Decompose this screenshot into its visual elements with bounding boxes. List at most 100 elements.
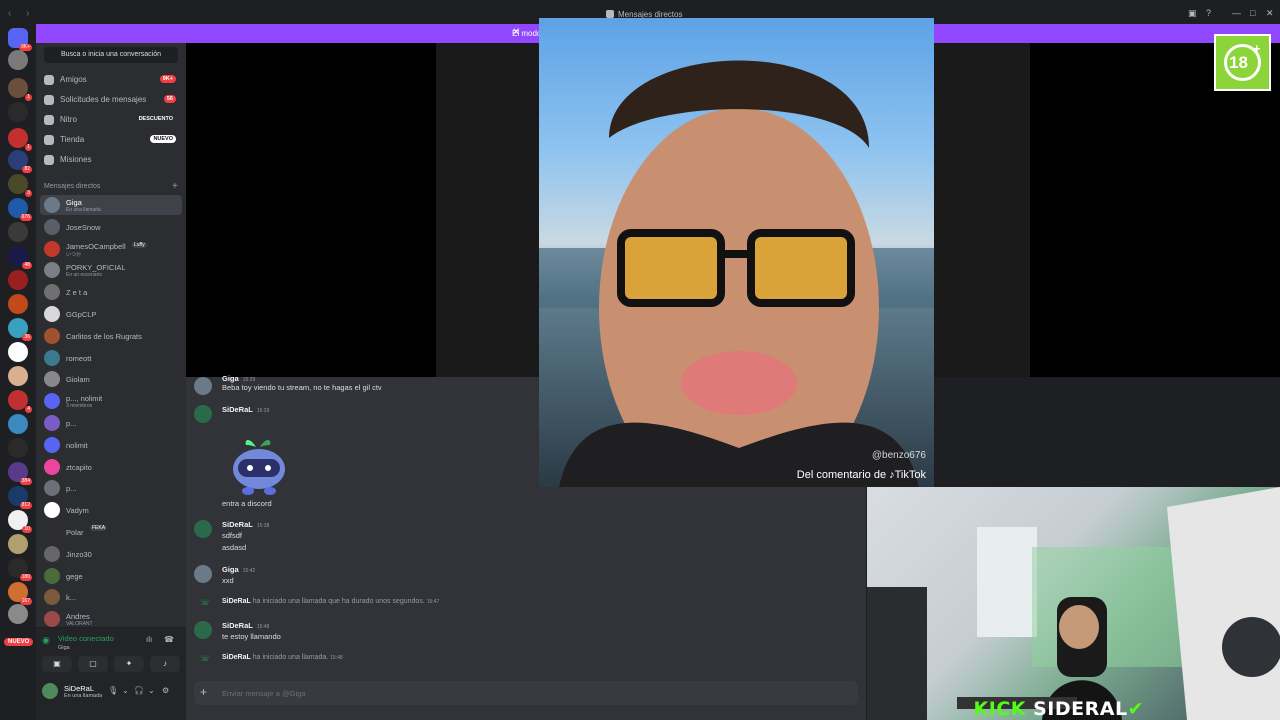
- nav-nitro[interactable]: Nitro DESCUENTO: [40, 111, 182, 129]
- dm-item[interactable]: Polar FEKA: [40, 522, 182, 542]
- chevron-down-icon[interactable]: ⌄: [148, 686, 155, 695]
- nav-arrows[interactable]: ‹ ›: [8, 8, 35, 19]
- dm-name: Polar: [66, 528, 84, 537]
- quest-icon: [44, 155, 54, 165]
- dm-sidebar: Busca o inicia una conversación Amigos 9…: [36, 43, 186, 720]
- noise-icon[interactable]: ılı: [146, 635, 152, 644]
- dm-item[interactable]: JoseSnow: [40, 217, 182, 237]
- dm-item[interactable]: nolimit: [40, 435, 182, 455]
- server-icon[interactable]: [8, 102, 28, 122]
- server-icon[interactable]: [8, 270, 28, 290]
- message-input[interactable]: + Enviar mensaje a @Giga: [194, 681, 858, 705]
- avatar[interactable]: [194, 621, 212, 639]
- dm-item[interactable]: GGpCLP: [40, 304, 182, 324]
- server-icon[interactable]: 1: [8, 128, 32, 151]
- dm-name: GGpCLP: [66, 310, 97, 319]
- find-conversation-button[interactable]: Busca o inicia una conversación: [44, 47, 178, 63]
- dm-item[interactable]: romeott: [40, 348, 182, 368]
- minimize-button[interactable]: —: [1232, 8, 1241, 18]
- server-icon[interactable]: 48: [8, 246, 32, 269]
- dm-item[interactable]: Vadym: [40, 500, 182, 520]
- server-icon[interactable]: [8, 534, 28, 554]
- disconnect-icon[interactable]: ☎: [164, 635, 174, 644]
- server-icon[interactable]: [8, 438, 28, 458]
- author-name[interactable]: SiDeRaL: [222, 598, 251, 605]
- dm-name: Giolam: [66, 375, 90, 385]
- gear-icon[interactable]: ⚙: [162, 686, 169, 695]
- soundboard-button[interactable]: ♪: [150, 656, 180, 672]
- dm-item[interactable]: ztcapito: [40, 457, 182, 477]
- author-name[interactable]: SiDeRaL: [222, 405, 253, 414]
- screen-share-button[interactable]: ▢: [78, 656, 108, 672]
- avatar[interactable]: [194, 405, 212, 423]
- server-icon[interactable]: 4: [8, 390, 32, 413]
- nitro-icon: [44, 115, 54, 125]
- dm-item[interactable]: PORKY_OFICIAL En un escenario: [40, 260, 182, 280]
- dm-item[interactable]: JamesOCampbell いつか Luffy: [40, 239, 182, 259]
- nav-message-requests[interactable]: Solicitudes de mensajes 56: [40, 91, 182, 109]
- dm-item[interactable]: gege: [40, 566, 182, 586]
- server-icon[interactable]: 676: [8, 198, 32, 221]
- server-icon[interactable]: [8, 342, 28, 362]
- create-dm-button[interactable]: +: [172, 181, 178, 192]
- headphones-icon[interactable]: 🎧: [134, 686, 144, 695]
- dm-item[interactable]: Z e t a: [40, 282, 182, 302]
- server-icon[interactable]: [8, 414, 28, 434]
- friends-icon: [44, 75, 54, 85]
- activities-button[interactable]: ✦: [114, 656, 144, 672]
- dm-item[interactable]: p...: [40, 478, 182, 498]
- server-icon[interactable]: 167: [8, 582, 32, 605]
- server-icon[interactable]: 82: [8, 150, 32, 173]
- avatar[interactable]: [42, 683, 58, 699]
- maximize-button[interactable]: □: [1250, 8, 1255, 18]
- nav-friends[interactable]: Amigos 9K+: [40, 71, 182, 89]
- nav-label: Solicitudes de mensajes: [60, 95, 147, 104]
- avatar: [44, 262, 60, 279]
- server-icon[interactable]: 36: [8, 318, 32, 341]
- home-button[interactable]: 9K+: [8, 28, 32, 51]
- server-icon[interactable]: [8, 50, 28, 70]
- server-icon[interactable]: [8, 366, 28, 386]
- server-icon[interactable]: 180: [8, 558, 32, 581]
- author-name[interactable]: SiDeRaL: [222, 654, 251, 661]
- author-name[interactable]: SiDeRaL: [222, 621, 253, 630]
- dm-item[interactable]: k...: [40, 587, 182, 607]
- avatar: [44, 502, 60, 519]
- chevron-down-icon[interactable]: ⌄: [122, 686, 129, 695]
- message-author: SiDeRaL 15:48: [222, 621, 269, 630]
- close-window-button[interactable]: ✕: [1266, 8, 1274, 19]
- avatar[interactable]: [194, 520, 212, 538]
- avatar: [44, 589, 60, 606]
- voice-channel[interactable]: Giga: [58, 645, 70, 651]
- server-icon[interactable]: [8, 222, 28, 242]
- attach-button[interactable]: +: [200, 685, 207, 699]
- microphone-icon[interactable]: 🎙: [108, 686, 118, 695]
- dm-item[interactable]: Giga En una llamada: [40, 195, 182, 215]
- avatar[interactable]: [194, 565, 212, 583]
- server-icon[interactable]: 812: [8, 486, 32, 509]
- nav-shop[interactable]: Tienda NUEVO: [40, 131, 182, 149]
- phone-icon: ☏: [200, 654, 211, 663]
- server-icon[interactable]: 3: [8, 174, 32, 197]
- author-name[interactable]: Giga: [222, 374, 239, 383]
- server-icon[interactable]: [8, 294, 28, 314]
- server-icon[interactable]: 10: [8, 510, 32, 533]
- camera-off-button[interactable]: ▣: [42, 656, 72, 672]
- avatar[interactable]: [194, 377, 212, 395]
- server-icon[interactable]: 1: [8, 78, 32, 101]
- dm-item[interactable]: p...: [40, 413, 182, 433]
- dm-name: romeott: [66, 353, 92, 363]
- server-icon[interactable]: [8, 604, 28, 624]
- author-name[interactable]: Giga: [222, 565, 239, 574]
- shop-icon: [44, 135, 54, 145]
- nav-quests[interactable]: Misiones: [40, 151, 182, 169]
- dm-item[interactable]: Giolam: [40, 369, 182, 389]
- server-icon[interactable]: 384: [8, 462, 32, 485]
- dm-item[interactable]: Jinzo30: [40, 544, 182, 564]
- dm-item[interactable]: p..., nolimit 3 miembros: [40, 391, 182, 411]
- help-icon[interactable]: ?: [1206, 8, 1211, 18]
- inbox-icon[interactable]: ▣: [1188, 8, 1197, 19]
- dm-item[interactable]: Carlitos de los Rugrats: [40, 326, 182, 346]
- author-name[interactable]: SiDeRaL: [222, 520, 253, 529]
- kick-watermark: KICK SIDERAL✔: [974, 698, 1144, 720]
